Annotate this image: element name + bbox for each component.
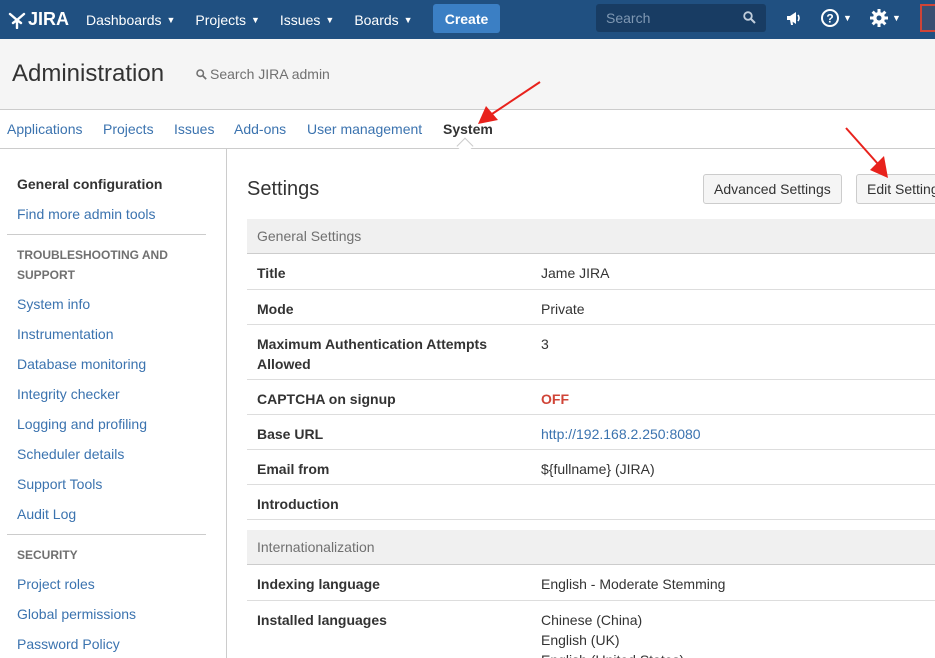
installed-languages-list: Chinese (China) English (UK) English (Un…	[541, 610, 684, 658]
admin-header: Administration Search JIRA admin	[0, 39, 935, 110]
edit-settings-button[interactable]: Edit Settings	[856, 174, 935, 204]
table-row: Indexing language English - Moderate Ste…	[247, 565, 935, 601]
search-icon	[743, 11, 756, 24]
tab-projects[interactable]: Projects	[103, 121, 154, 137]
table-row: Title Jame JIRA	[247, 254, 935, 290]
sidebar-item-password-policy[interactable]: Password Policy	[17, 636, 120, 652]
advanced-settings-button[interactable]: Advanced Settings	[703, 174, 842, 204]
nav-boards-label: Boards	[354, 11, 399, 28]
setting-key: Base URL	[257, 426, 324, 442]
setting-key: Mode	[257, 301, 294, 317]
nav-boards[interactable]: Boards ▼	[344, 0, 422, 39]
list-item: Chinese (China)	[541, 612, 643, 628]
setting-key: Maximum Authentication Attempts Allowed	[257, 336, 487, 372]
nav-projects-label: Projects	[195, 11, 246, 28]
sidebar-item-global-permissions[interactable]: Global permissions	[17, 606, 136, 622]
setting-key: Email from	[257, 461, 330, 477]
list-item: English (United States)	[541, 650, 684, 658]
captcha-status-value: OFF	[541, 391, 569, 407]
sidebar-item-logging-and-profiling[interactable]: Logging and profiling	[17, 416, 147, 432]
sidebar-item-database-monitoring[interactable]: Database monitoring	[17, 356, 146, 372]
sidebar-item-audit-log[interactable]: Audit Log	[17, 506, 76, 522]
table-row: CAPTCHA on signup OFF	[247, 380, 935, 415]
list-item: English (UK)	[541, 632, 620, 648]
announcement-icon	[787, 12, 800, 25]
announcement-button[interactable]	[784, 8, 804, 28]
search-placeholder: Search	[606, 10, 651, 26]
table-row: Installed languages Chinese (China) Engl…	[247, 601, 935, 658]
sidebar: General configuration Find more admin to…	[0, 149, 227, 658]
chevron-down-icon: ▼	[251, 14, 260, 25]
help-icon: ?	[821, 9, 839, 27]
tab-system[interactable]: System	[443, 121, 493, 137]
tab-user-management[interactable]: User management	[307, 121, 422, 137]
sidebar-divider	[7, 234, 206, 235]
sidebar-item-instrumentation[interactable]: Instrumentation	[17, 326, 114, 342]
sidebar-divider	[7, 534, 206, 535]
chevron-down-icon: ▼	[892, 13, 901, 23]
logo-text: JIRA	[28, 9, 70, 29]
chevron-down-icon: ▼	[325, 14, 335, 25]
sidebar-item-system-info[interactable]: System info	[17, 296, 90, 312]
jira-logo[interactable]: JIRA	[8, 0, 74, 39]
internationalization-heading: Internationalization	[247, 530, 935, 565]
jira-admin-page: JIRA Dashboards ▼ Projects ▼ Issues ▼ Board…	[0, 0, 935, 658]
settings-title: Settings	[247, 178, 320, 200]
base-url-link[interactable]: http://192.168.2.250:8080	[541, 424, 701, 444]
sidebar-item-project-roles[interactable]: Project roles	[17, 576, 95, 592]
table-row: Introduction	[247, 485, 935, 520]
nav-dashboards[interactable]: Dashboards ▼	[76, 0, 185, 39]
chevron-down-icon: ▼	[843, 13, 852, 23]
search-icon	[196, 69, 207, 80]
nav-issues-label: Issues	[279, 11, 321, 28]
create-button[interactable]: Create	[433, 4, 500, 33]
sidebar-item-scheduler-details[interactable]: Scheduler details	[17, 446, 124, 462]
table-row: Mode Private	[247, 290, 935, 325]
chevron-down-icon: ▼	[403, 14, 413, 25]
setting-key: Title	[257, 265, 286, 281]
table-row: Maximum Authentication Attempts Allowed …	[247, 325, 935, 380]
help-button[interactable]: ? ▼	[820, 8, 852, 28]
svg-text:?: ?	[826, 12, 833, 26]
sidebar-heading-security: SECURITY	[17, 548, 78, 562]
table-row: Base URL http://192.168.2.250:8080	[247, 415, 935, 450]
chevron-down-icon: ▼	[166, 14, 176, 25]
sidebar-item-support-tools[interactable]: Support Tools	[17, 476, 102, 492]
search-input[interactable]: Search	[596, 4, 766, 32]
user-avatar[interactable]	[920, 4, 935, 32]
setting-value: 3	[541, 336, 549, 352]
tab-issues[interactable]: Issues	[174, 121, 214, 137]
sidebar-item-general-configuration[interactable]: General configuration	[17, 176, 162, 192]
tab-add-ons[interactable]: Add-ons	[234, 121, 286, 137]
setting-value: English - Moderate Stemming	[541, 576, 726, 592]
top-nav-bar: JIRA Dashboards ▼ Projects ▼ Issues ▼ Board…	[0, 0, 935, 39]
general-settings-heading: General Settings	[247, 219, 935, 254]
jira-logo-icon	[8, 12, 26, 29]
sidebar-heading-troubleshooting: TROUBLESHOOTING AND SUPPORT	[17, 248, 168, 282]
setting-value: Private	[541, 301, 585, 317]
admin-search-label: Search JIRA admin	[210, 66, 330, 82]
sidebar-item-find-more-admin-tools[interactable]: Find more admin tools	[17, 206, 156, 222]
setting-value: Jame JIRA	[541, 265, 610, 281]
setting-key: Installed languages	[257, 612, 387, 628]
admin-search[interactable]: Search JIRA admin	[196, 66, 330, 82]
nav-projects[interactable]: Projects ▼	[185, 0, 270, 39]
setting-key: Introduction	[257, 496, 339, 512]
setting-key: CAPTCHA on signup	[257, 391, 396, 407]
gear-icon	[870, 9, 888, 27]
tab-applications[interactable]: Applications	[7, 121, 83, 137]
sidebar-item-integrity-checker[interactable]: Integrity checker	[17, 386, 120, 402]
admin-settings-button[interactable]: ▼	[869, 8, 901, 28]
setting-key: Indexing language	[257, 576, 380, 592]
table-row: Email from ${fullname} (JIRA)	[247, 450, 935, 485]
page-title: Administration	[12, 60, 165, 87]
nav-issues[interactable]: Issues ▼	[270, 0, 344, 39]
setting-value: ${fullname} (JIRA)	[541, 461, 655, 477]
nav-dashboards-label: Dashboards	[86, 11, 162, 28]
